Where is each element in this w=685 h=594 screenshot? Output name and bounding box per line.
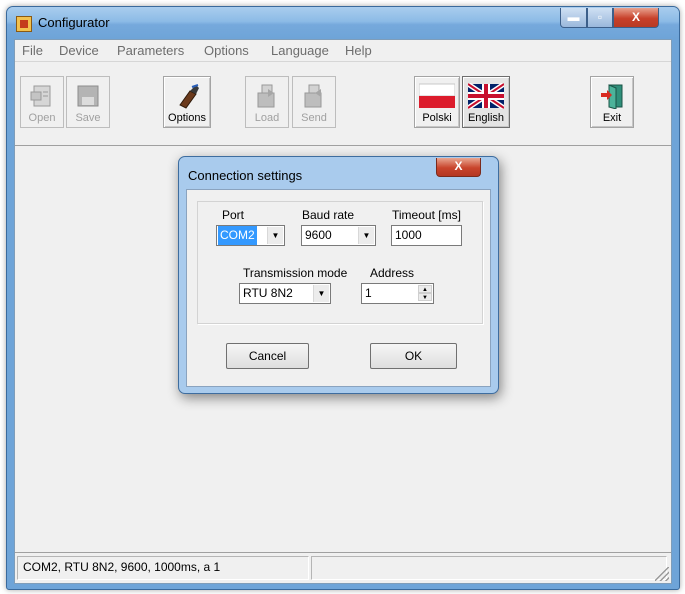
spin-down-icon[interactable]: ▼ [418,293,432,301]
timeout-label: Timeout [ms] [392,208,461,222]
window-title: Configurator [38,15,110,30]
load-label: Load [254,112,280,124]
chevron-down-icon[interactable]: ▼ [267,227,283,244]
save-label: Save [75,112,101,124]
exit-door-icon [601,84,623,109]
polski-label: Polski [422,112,452,124]
exit-label: Exit [602,112,622,124]
menu-file[interactable]: File [22,43,43,58]
save-button[interactable]: Save [66,76,110,128]
send-label: Send [301,112,327,124]
open-button[interactable]: Open [20,76,64,128]
baud-rate-label: Baud rate [302,208,355,222]
minimize-button[interactable]: ▬ [560,8,587,28]
chevron-down-icon[interactable]: ▼ [358,227,374,244]
port-select[interactable]: COM2 ▼ [216,225,285,246]
exit-button[interactable]: Exit [590,76,634,128]
address-label: Address [370,266,415,280]
menu-options[interactable]: Options [204,43,249,58]
spin-up-icon[interactable]: ▲ [418,285,432,293]
options-button[interactable]: Options [163,76,211,128]
baud-rate-select[interactable]: 9600 ▼ [301,225,376,246]
menu-device[interactable]: Device [59,43,99,58]
options-label: Options [168,112,206,124]
save-icon [77,85,99,107]
menu-language[interactable]: Language [271,43,329,58]
menu-bar: File Device Parameters Options Language … [15,40,671,62]
cancel-button[interactable]: Cancel [226,343,309,369]
dialog-client-area: Port COM2 ▼ Baud rate 9600 ▼ Timeout [ms… [186,189,491,387]
english-button[interactable]: English [462,76,510,128]
transmission-mode-select[interactable]: RTU 8N2 ▼ [239,283,331,304]
toolbar: Open Save Options Load Send Polski Engli… [15,62,671,146]
menu-parameters[interactable]: Parameters [117,43,184,58]
app-icon[interactable] [16,16,32,32]
dialog-close-button[interactable]: X [436,158,481,177]
dialog-title: Connection settings [188,168,303,183]
status-connection-text: COM2, RTU 8N2, 9600, 1000ms, a 1 [17,556,309,580]
options-icon [179,84,199,109]
uk-flag-icon [468,83,504,109]
spin-buttons[interactable]: ▲ ▼ [418,285,432,302]
timeout-input[interactable]: 1000 [391,225,462,246]
polski-button[interactable]: Polski [414,76,460,128]
maximize-button[interactable]: ▫ [587,8,613,28]
port-value: COM2 [218,226,257,245]
open-icon [30,85,51,107]
polish-flag-icon [419,83,455,108]
send-button[interactable]: Send [292,76,336,128]
port-label: Port [222,208,245,222]
load-icon [257,84,275,108]
address-spinbox[interactable]: 1 ▲ ▼ [361,283,434,304]
settings-group: Port COM2 ▼ Baud rate 9600 ▼ Timeout [ms… [197,201,483,324]
status-bar: COM2, RTU 8N2, 9600, 1000ms, a 1 [15,552,671,583]
transmission-mode-label: Transmission mode [243,266,348,280]
baud-rate-value: 9600 [305,228,332,242]
status-pane-empty [311,556,667,580]
chevron-down-icon[interactable]: ▼ [313,285,329,302]
open-label: Open [28,112,56,124]
menu-help[interactable]: Help [345,43,372,58]
address-value: 1 [365,286,372,300]
title-bar[interactable]: Configurator ▬ ▫ X [7,7,679,39]
resize-grip-icon[interactable] [655,567,669,581]
close-button[interactable]: X [613,8,659,28]
send-icon [304,84,322,108]
transmission-mode-value: RTU 8N2 [243,286,293,300]
connection-settings-dialog: Connection settings X Port COM2 ▼ Baud r… [178,156,499,394]
load-button[interactable]: Load [245,76,289,128]
english-label: English [467,112,505,124]
ok-button[interactable]: OK [370,343,457,369]
